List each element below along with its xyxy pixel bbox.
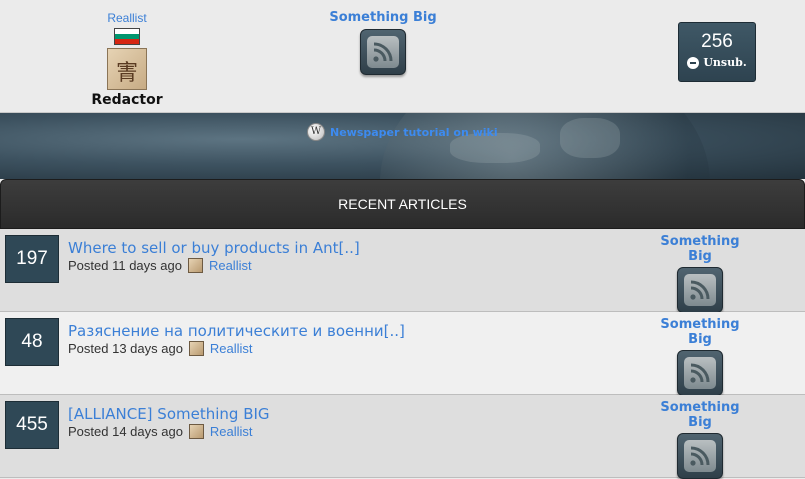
- newspaper-block: Something Big: [318, 10, 448, 75]
- author-role: Redactor: [91, 92, 163, 108]
- article-newspaper-link[interactable]: Something Big: [648, 234, 752, 264]
- article-meta: Posted 11 days ago Reallist: [68, 258, 252, 273]
- tutorial-link-row[interactable]: W Newspaper tutorial on wiki: [307, 123, 498, 141]
- article-newspaper-avatar-button[interactable]: [677, 267, 723, 313]
- avatar-calligraphy-image: 寈: [116, 61, 139, 86]
- recent-articles-panel: RECENT ARTICLES 197 Where to sell or buy…: [0, 179, 805, 479]
- rss-feed-icon: [367, 36, 399, 68]
- article-author-link[interactable]: Reallist: [209, 258, 252, 273]
- newspaper-tutorial-link[interactable]: Newspaper tutorial on wiki: [330, 126, 498, 139]
- article-newspaper-avatar-button[interactable]: [677, 350, 723, 396]
- article-newspaper: Something Big: [648, 400, 752, 479]
- newspaper-name-link[interactable]: Something Big: [318, 10, 448, 25]
- rss-feed-icon: [684, 440, 716, 472]
- article-newspaper-link[interactable]: Something Big: [648, 400, 752, 430]
- article-posted-time: Posted 11 days ago: [68, 258, 182, 273]
- unsubscribe-label: Unsub.: [703, 56, 747, 69]
- article-author-link[interactable]: Reallist: [210, 341, 253, 356]
- globe-land-shape: [560, 118, 620, 158]
- newspaper-avatar-button[interactable]: [360, 29, 406, 75]
- author-mini-avatar: [187, 258, 203, 273]
- subscriber-count: 256: [701, 31, 733, 52]
- author-avatar[interactable]: 寈: [107, 48, 147, 90]
- article-vote-count: 48: [5, 318, 59, 366]
- article-meta: Posted 13 days ago Reallist: [68, 341, 253, 356]
- article-title-link[interactable]: Разяснение на политическите и военни[..]: [68, 322, 405, 340]
- article-vote-count: 455: [5, 401, 59, 449]
- article-author-link[interactable]: Reallist: [210, 424, 253, 439]
- article-posted-time: Posted 13 days ago: [68, 341, 183, 356]
- article-newspaper: Something Big: [648, 317, 752, 396]
- unsubscribe-button[interactable]: Unsub.: [679, 56, 755, 69]
- article-row: 455 [ALLIANCE] Something BIG Posted 14 d…: [0, 395, 805, 479]
- article-title-link[interactable]: [ALLIANCE] Something BIG: [68, 405, 270, 423]
- article-row: 48 Разяснение на политическите и военни[…: [0, 312, 805, 396]
- article-meta: Posted 14 days ago Reallist: [68, 424, 253, 439]
- minus-circle-icon: [687, 56, 700, 69]
- bulgaria-flag-icon: [114, 28, 140, 45]
- article-newspaper-link[interactable]: Something Big: [648, 317, 752, 347]
- article-vote-count: 197: [5, 235, 59, 283]
- author-mini-avatar: [188, 424, 204, 439]
- article-title-link[interactable]: Where to sell or buy products in Ant[..]: [68, 239, 360, 257]
- newspaper-profile-bar: Reallist 寈 Redactor Something Big 256 Un…: [0, 0, 805, 113]
- subscribers-box: 256 Unsub.: [678, 22, 756, 82]
- author-mini-avatar: [188, 341, 204, 356]
- recent-articles-header: RECENT ARTICLES: [0, 179, 805, 229]
- header-banner: W Newspaper tutorial on wiki: [0, 113, 805, 179]
- article-row: 197 Where to sell or buy products in Ant…: [0, 229, 805, 313]
- author-link[interactable]: Reallist: [84, 10, 170, 26]
- author-block: Reallist 寈 Redactor: [84, 10, 170, 108]
- article-newspaper: Something Big: [648, 234, 752, 313]
- article-posted-time: Posted 14 days ago: [68, 424, 183, 439]
- wikipedia-icon: W: [307, 123, 325, 141]
- rss-feed-icon: [684, 357, 716, 389]
- rss-feed-icon: [684, 274, 716, 306]
- article-newspaper-avatar-button[interactable]: [677, 433, 723, 479]
